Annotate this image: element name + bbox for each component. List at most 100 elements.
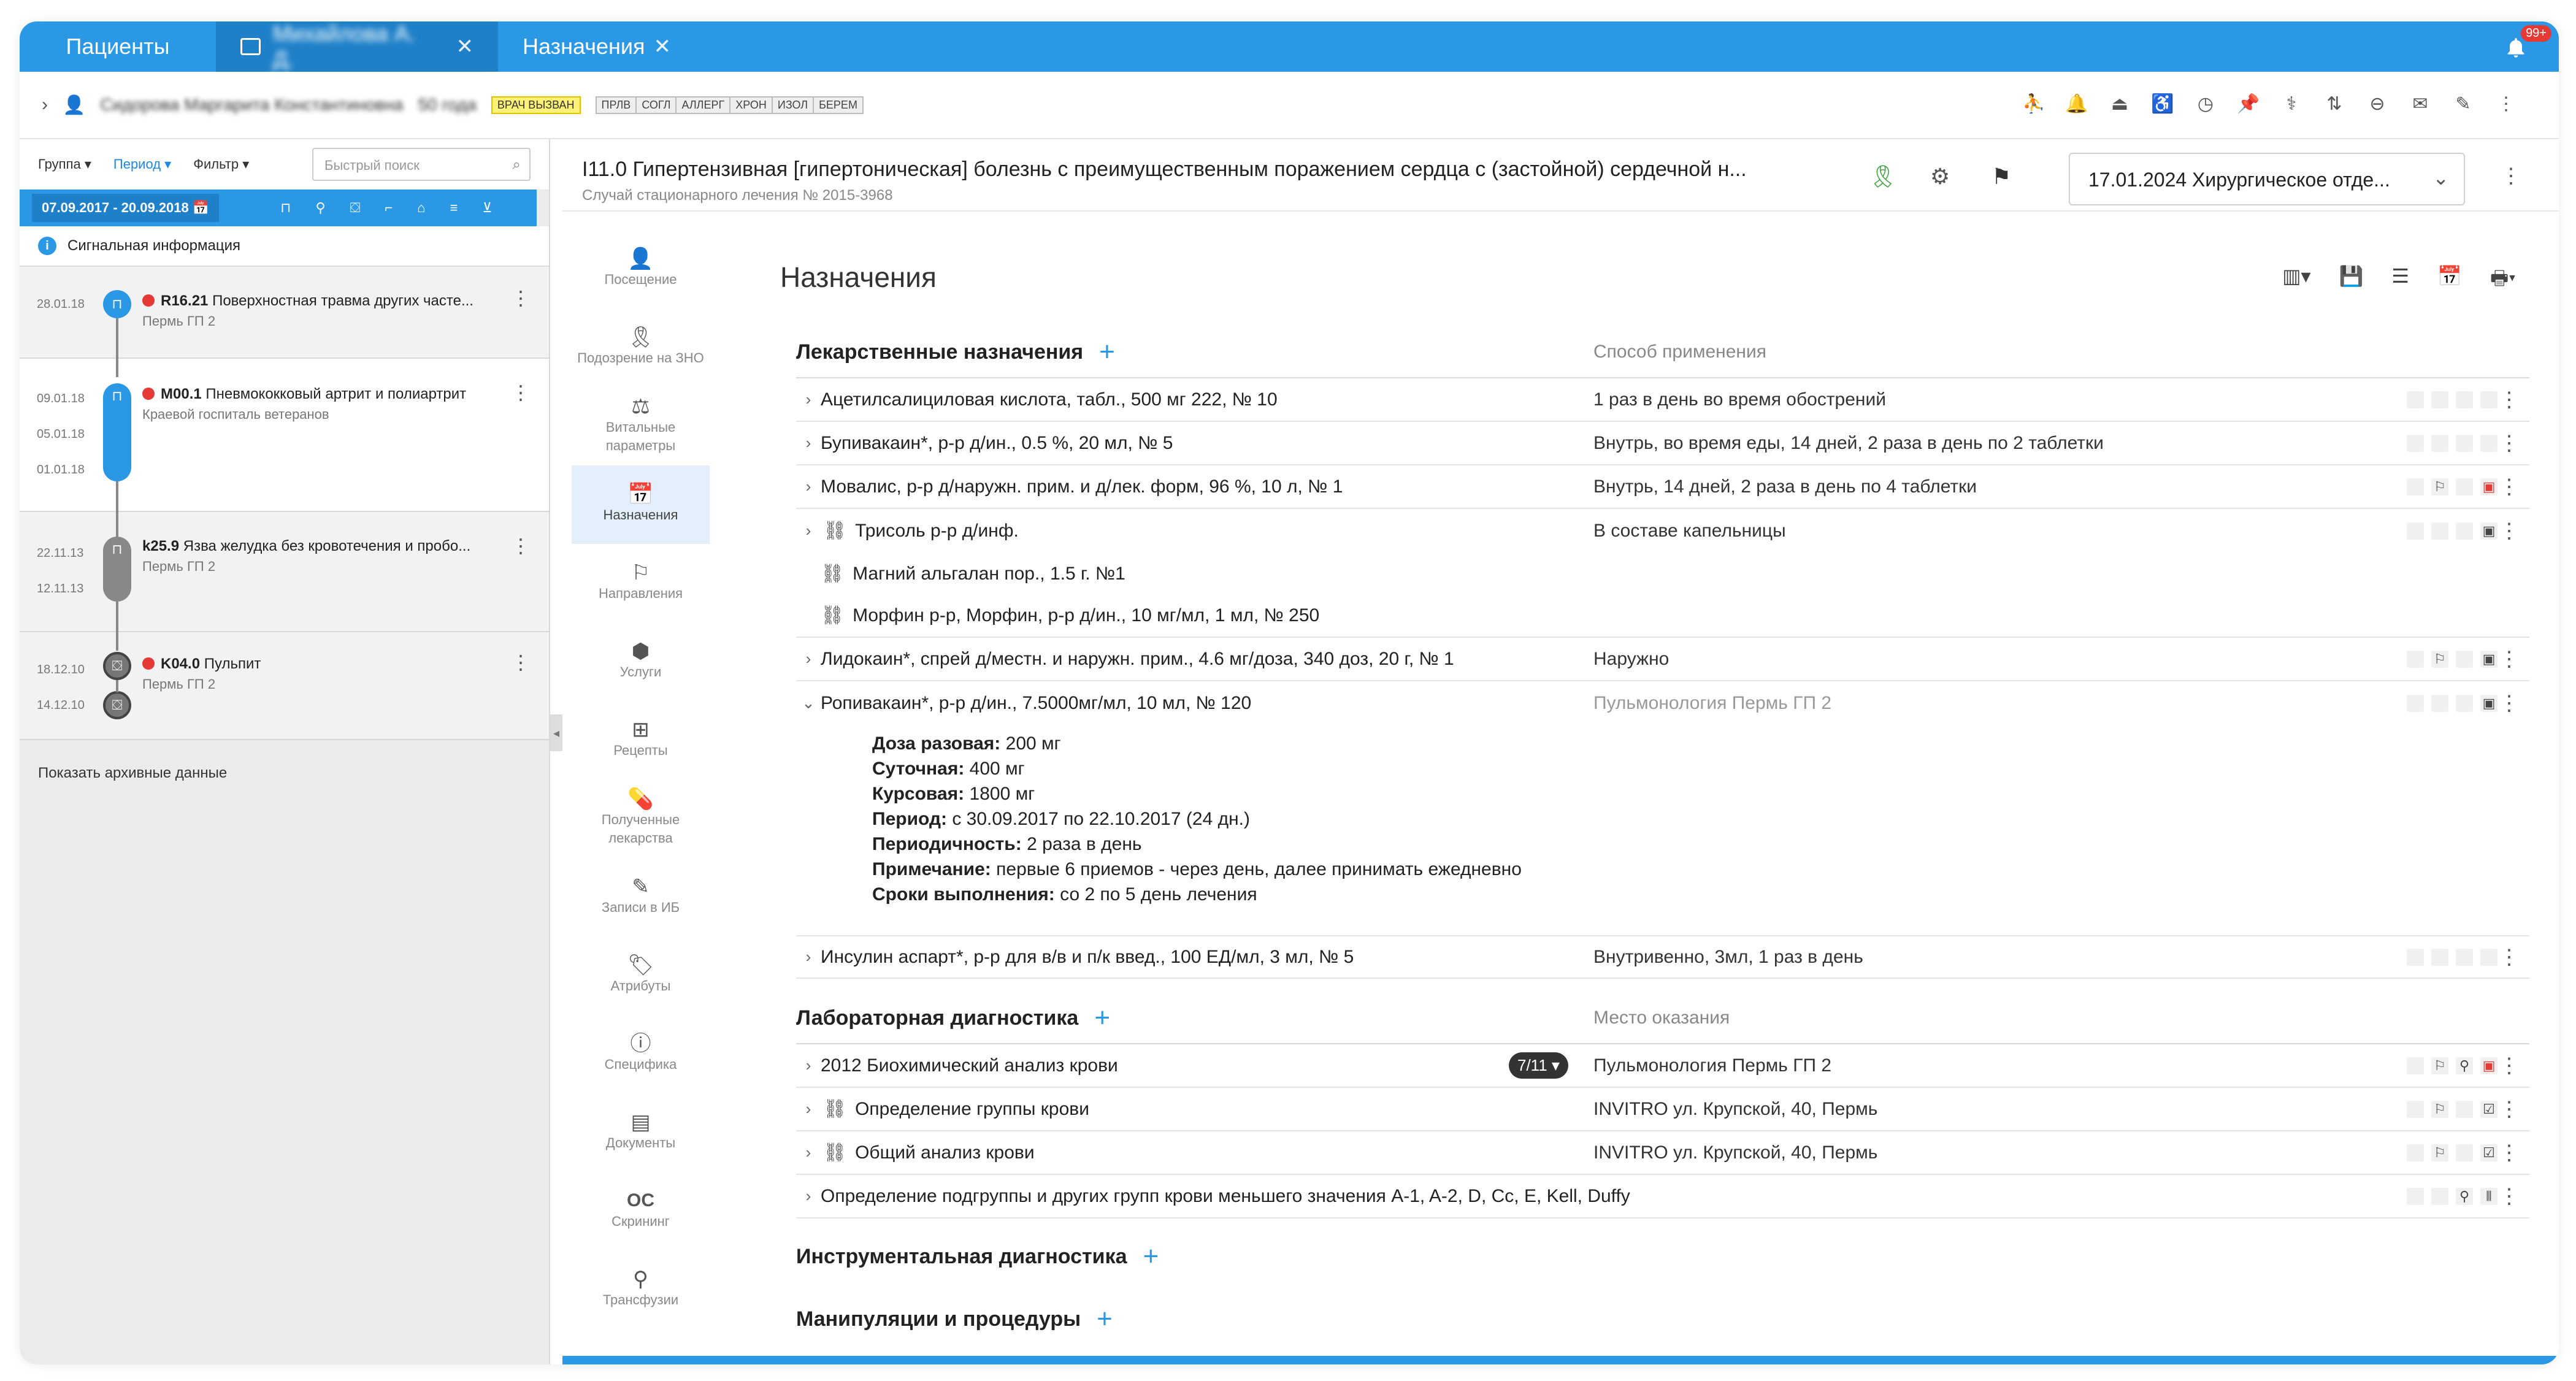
episode-item[interactable]: 28.01.18 ⊓ R16.21 Поверхностная травма д… xyxy=(20,267,549,359)
add-lab-button[interactable]: + xyxy=(1094,1003,1110,1033)
more-icon[interactable]: ⋮ xyxy=(2499,1184,2520,1209)
view-mode-icon[interactable]: ▥▾ xyxy=(2282,264,2310,297)
expand-chevron-icon[interactable]: › xyxy=(42,94,48,115)
filter-home-icon[interactable]: ⌂ xyxy=(417,200,425,216)
more-icon[interactable]: ⋮ xyxy=(2499,431,2520,456)
settings-sliders-icon[interactable]: ☰ xyxy=(2391,264,2409,297)
bell-icon[interactable]: 🔔 xyxy=(2065,94,2088,114)
chevron-right-icon[interactable]: › xyxy=(796,521,821,540)
episode-more-icon[interactable]: ⋮ xyxy=(511,286,531,310)
blocked-icon[interactable]: ⊖ xyxy=(2367,94,2387,114)
chevron-right-icon[interactable]: › xyxy=(796,1100,821,1119)
more-icon[interactable]: ⋮ xyxy=(2499,691,2520,716)
more-icon[interactable]: ⋮ xyxy=(2499,519,2520,543)
lab-row[interactable]: › 2012 Биохимический анализ крови 7/11 ▾… xyxy=(796,1044,2529,1088)
rail-recipes[interactable]: ⊞ Рецепты xyxy=(572,701,710,779)
more-icon[interactable]: ⋮ xyxy=(2501,164,2521,188)
chevron-right-icon[interactable]: › xyxy=(796,947,821,966)
chevron-right-icon[interactable]: › xyxy=(796,390,821,409)
add-manip-button[interactable]: + xyxy=(1097,1304,1113,1334)
group-dropdown[interactable]: Группа ▾ xyxy=(38,156,91,172)
episode-item[interactable]: 22.11.13 12.11.13 ⊓ k25.9 Язва желудка б… xyxy=(20,512,549,632)
episode-item[interactable]: 09.01.18 05.01.18 01.01.18 ⊓ M00.1 Пневм… xyxy=(20,359,549,512)
ribbon-icon[interactable]: 🎗 xyxy=(1869,164,1897,189)
more-icon[interactable]: ⋮ xyxy=(2499,647,2520,671)
drug-row[interactable]: ⛓ Магний альгалан пор., 1.5 г. №1 xyxy=(796,552,2529,595)
drug-row[interactable]: ⛓ Морфин р-р, Морфин, р-р д/ин., 10 мг/м… xyxy=(796,594,2529,638)
more-icon[interactable]: ⋮ xyxy=(2499,388,2520,412)
add-drug-button[interactable]: + xyxy=(1099,337,1115,367)
filter-dropdown[interactable]: Фильтр ▾ xyxy=(193,156,249,172)
chevron-down-icon[interactable]: ⌄ xyxy=(796,694,821,713)
rail-assignments[interactable]: 📅 Назначения xyxy=(572,465,710,544)
drug-row[interactable]: › Лидокаин*, спрей д/местн. и наружн. пр… xyxy=(796,638,2529,681)
pin-icon[interactable]: 📌 xyxy=(2237,94,2260,114)
print-icon[interactable]: 🖶▾ xyxy=(2490,264,2516,297)
chevron-right-icon[interactable]: › xyxy=(796,1056,821,1075)
tab-patient[interactable]: Михайлова А. Д. ✕ xyxy=(216,21,498,72)
more-icon[interactable]: ⋮ xyxy=(2499,1054,2520,1078)
drug-row[interactable]: › Инсулин аспарт*, р-р для в/в и п/к вве… xyxy=(796,935,2529,979)
drug-row[interactable]: › Мовалис, р-р д/наружн. прим. и д/лек. … xyxy=(796,465,2529,509)
filter-bed-icon[interactable]: ⊓ xyxy=(280,200,291,216)
episode-more-icon[interactable]: ⋮ xyxy=(511,651,531,674)
drug-row-expanded[interactable]: ⌄ Ропивакаин*, р-р д/ин., 7.5000мг/мл, 1… xyxy=(796,681,2529,725)
collapse-panel-icon[interactable]: ◂ xyxy=(550,714,562,751)
drug-row[interactable]: › ⛓ Трисоль р-р д/инф. В составе капельн… xyxy=(796,509,2529,553)
gear-icon[interactable]: ⚙ xyxy=(1930,164,1950,189)
quick-search-input[interactable]: Быстрый поиск ⌕ xyxy=(312,148,531,181)
chevron-right-icon[interactable]: › xyxy=(796,434,821,453)
filter-clear-icon[interactable]: ⊻ xyxy=(482,200,492,216)
show-archive-link[interactable]: Показать архивные данные xyxy=(20,740,549,806)
flag-icon[interactable]: ⚑ xyxy=(1991,164,2011,189)
calendar-icon[interactable]: 📅 xyxy=(2437,264,2462,297)
more-icon[interactable]: ⋮ xyxy=(2499,1141,2520,1165)
accessibility-icon[interactable]: ♿ xyxy=(2151,94,2174,114)
episode-more-icon[interactable]: ⋮ xyxy=(511,381,531,404)
rail-attributes[interactable]: 🏷 Атрибуты xyxy=(572,936,710,1015)
rail-specifics[interactable]: ⓘ Специфика xyxy=(572,1015,710,1093)
rail-zno[interactable]: 🎗 Подозрение на ЗНО xyxy=(572,308,710,387)
lab-row[interactable]: › ⛓ Общий анализ крови INVITRO ул. Крупс… xyxy=(796,1131,2529,1175)
department-select[interactable]: 17.01.2024 Хирургическое отде... ⌄ xyxy=(2069,153,2465,205)
filter-list-icon[interactable]: ≡ xyxy=(450,200,458,216)
episode-item[interactable]: 18.12.10 14.12.10 ⛋ ⛋ K04.0 Пульпит Перм… xyxy=(20,632,549,740)
period-range[interactable]: 07.09.2017 - 20.09.2018 📅 xyxy=(32,194,220,222)
stethoscope-icon[interactable]: ⚕ xyxy=(2282,94,2301,114)
rail-received-drugs[interactable]: 💊 Полученные лекарства xyxy=(572,779,710,858)
filter-stairs-icon[interactable]: ⌐ xyxy=(385,200,393,216)
episode-more-icon[interactable]: ⋮ xyxy=(511,534,531,557)
more-icon[interactable]: ⋮ xyxy=(2499,1097,2520,1122)
add-instr-button[interactable]: + xyxy=(1143,1241,1159,1272)
more-icon[interactable]: ⋮ xyxy=(2499,945,2520,970)
rail-screening[interactable]: OC Скрининг xyxy=(572,1172,710,1250)
filter-tooth-icon[interactable]: ⛋ xyxy=(350,200,361,216)
filter-person-icon[interactable]: ⚲ xyxy=(315,200,325,216)
progress-badge[interactable]: 7/11 ▾ xyxy=(1509,1052,1568,1079)
tab-patients[interactable]: Пациенты xyxy=(20,21,216,72)
close-icon[interactable]: ✕ xyxy=(654,34,672,59)
rail-services[interactable]: ⬢ Услуги xyxy=(572,622,710,701)
timer-icon[interactable]: ◷ xyxy=(2196,94,2215,114)
rail-visit[interactable]: 👤 Посещение xyxy=(572,230,710,308)
rail-records[interactable]: ✎ Записи в ИБ xyxy=(572,858,710,936)
alarm-icon[interactable]: ⏏ xyxy=(2110,94,2129,114)
chevron-right-icon[interactable]: › xyxy=(796,1187,821,1206)
rail-vitals[interactable]: ⚖ Витальные параметры xyxy=(572,387,710,465)
signal-info[interactable]: i Сигнальная информация xyxy=(20,226,549,267)
person-add-icon[interactable]: ⛹ xyxy=(2022,94,2045,114)
chevron-right-icon[interactable]: › xyxy=(796,1143,821,1162)
close-icon[interactable]: ✕ xyxy=(456,34,474,59)
period-dropdown[interactable]: Период ▾ xyxy=(113,156,171,172)
pencil-icon[interactable]: ✎ xyxy=(2453,94,2473,114)
rail-documents[interactable]: ▤ Документы xyxy=(572,1093,710,1172)
more-icon[interactable]: ⋮ xyxy=(2499,475,2520,499)
chevron-right-icon[interactable]: › xyxy=(796,477,821,496)
tab-assignments[interactable]: Назначения ✕ xyxy=(498,21,696,72)
more-icon[interactable]: ⋮ xyxy=(2496,94,2516,114)
rail-referrals[interactable]: ⚐ Направления xyxy=(572,544,710,622)
drug-row[interactable]: › Ацетилсалициловая кислота, табл., 500 … xyxy=(796,378,2529,422)
transfer-icon[interactable]: ⇅ xyxy=(2325,94,2344,114)
save-icon[interactable]: 💾 xyxy=(2339,264,2364,297)
drug-row[interactable]: › Бупивакаин*, р-р д/ин., 0.5 %, 20 мл, … xyxy=(796,422,2529,465)
